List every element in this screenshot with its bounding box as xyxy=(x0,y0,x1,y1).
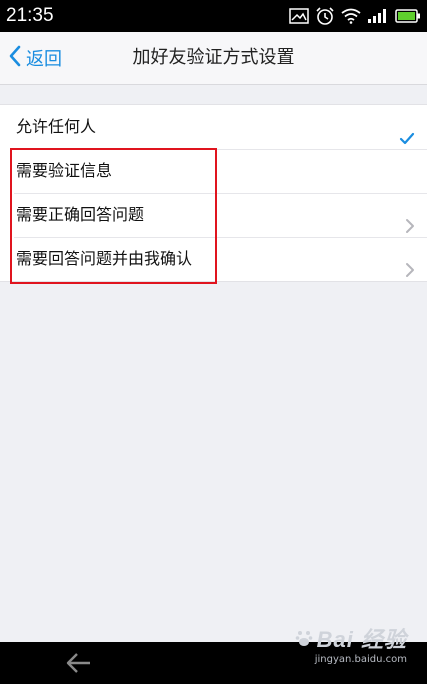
status-icons xyxy=(289,6,421,26)
option-label: 需要回答问题并由我确认 xyxy=(16,249,193,268)
back-label: 返回 xyxy=(26,49,62,70)
system-back-icon[interactable] xyxy=(64,651,94,679)
option-require-correct-answer[interactable]: 需要正确回答问题 xyxy=(0,193,427,237)
image-icon xyxy=(289,8,309,24)
status-bar: 21:35 xyxy=(0,0,427,32)
option-require-answer-and-confirm[interactable]: 需要回答问题并由我确认 xyxy=(0,237,427,281)
option-label: 需要正确回答问题 xyxy=(16,205,145,224)
option-label: 需要验证信息 xyxy=(16,161,113,180)
verification-option-list: 允许任何人 需要验证信息 需要正确回答问题 需要回答问题并由我确认 xyxy=(0,104,427,282)
option-allow-anyone[interactable]: 允许任何人 xyxy=(0,105,427,149)
status-time: 21:35 xyxy=(6,5,54,26)
option-label: 允许任何人 xyxy=(16,117,97,136)
signal-icon xyxy=(367,8,389,24)
chevron-left-icon xyxy=(8,45,26,72)
battery-icon xyxy=(395,8,421,24)
chevron-right-icon xyxy=(405,251,415,295)
page-title: 加好友验证方式设置 xyxy=(132,47,295,68)
system-nav-bar xyxy=(0,642,427,684)
alarm-icon xyxy=(315,7,335,25)
wifi-icon xyxy=(341,8,361,24)
option-require-verification-message[interactable]: 需要验证信息 xyxy=(0,149,427,193)
back-button[interactable]: 返回 xyxy=(8,32,62,84)
nav-bar: 返回 加好友验证方式设置 xyxy=(0,32,427,85)
